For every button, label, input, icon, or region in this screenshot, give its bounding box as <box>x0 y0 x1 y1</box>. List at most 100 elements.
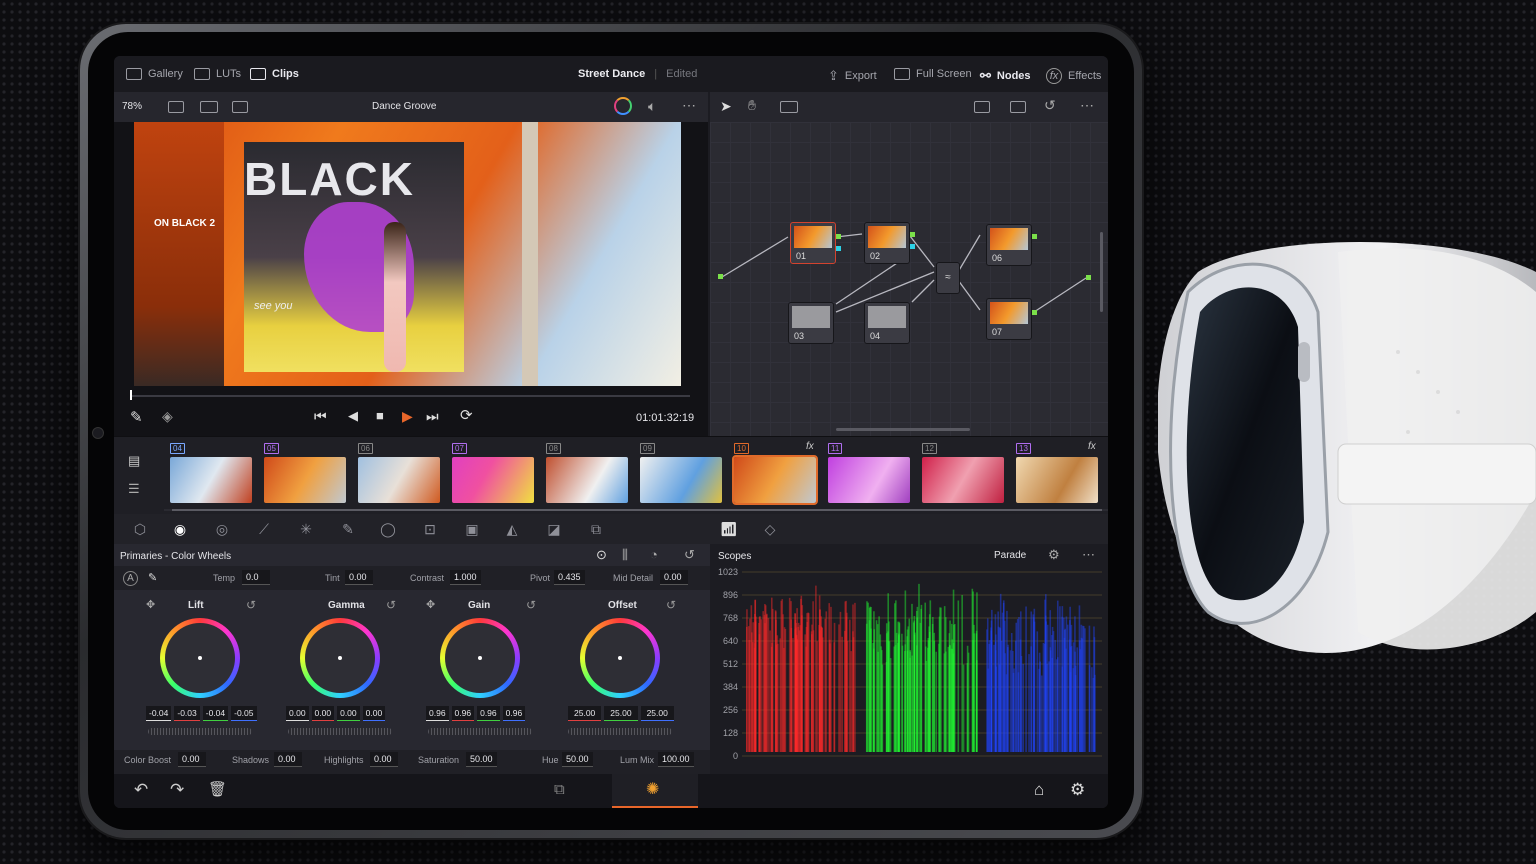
node-03[interactable]: 03 <box>788 302 834 344</box>
wheel-value-field[interactable]: 0.00 <box>311 706 335 721</box>
key-icon[interactable]: ◪ <box>546 521 562 537</box>
clip-thumbnail[interactable] <box>264 457 346 503</box>
node-graph[interactable]: 01 02 03 04 ≈ 06 07 <box>710 122 1108 436</box>
wheel-value-field[interactable]: -0.04 <box>202 706 229 721</box>
camera-raw-icon[interactable]: ⬡ <box>132 521 148 537</box>
wheel-value-field[interactable]: 25.00 <box>640 706 674 721</box>
media-page-icon[interactable]: ⧉ <box>554 781 565 798</box>
node-06[interactable]: 06 <box>986 224 1032 266</box>
wheel-value-field[interactable]: 0.96 <box>502 706 526 721</box>
master-wheel-slider[interactable] <box>568 728 672 735</box>
pivot-field[interactable]: 0.435 <box>554 570 585 585</box>
highlights-field[interactable]: 0.00 <box>370 752 398 767</box>
wheel-picker-icon[interactable]: ✥ <box>146 598 155 611</box>
clips-button[interactable]: Clips <box>250 68 299 80</box>
clip-thumbnail[interactable] <box>1016 457 1098 503</box>
clip-thumbnail[interactable] <box>546 457 628 503</box>
nodes-button[interactable]: ⚯ Nodes <box>980 68 1031 84</box>
redo-icon[interactable]: ↷ <box>170 780 184 800</box>
undo-icon[interactable]: ↶ <box>134 780 148 800</box>
mid-detail-field[interactable]: 0.00 <box>660 570 688 585</box>
color-picker-icon[interactable] <box>614 97 632 115</box>
blur-icon[interactable]: ◭ <box>504 521 520 537</box>
wheel-handle[interactable] <box>618 656 622 660</box>
curves-icon[interactable]: ⟋ <box>256 521 272 537</box>
stop-icon[interactable]: ■ <box>376 408 384 423</box>
pointer-icon[interactable]: ➤ <box>720 98 732 115</box>
wheel-value-field[interactable]: -0.03 <box>174 706 200 721</box>
wheel-handle[interactable] <box>338 656 342 660</box>
skip-forward-icon[interactable]: ⏭ <box>426 408 439 425</box>
luts-button[interactable]: LUTs <box>194 68 241 80</box>
node-graph-scrollbar[interactable] <box>1100 232 1103 312</box>
saturation-field[interactable]: 50.00 <box>466 752 497 767</box>
node-01[interactable]: 01 <box>790 222 836 264</box>
wheel-value-field[interactable]: 25.00 <box>568 706 602 721</box>
wheel-value-field[interactable]: -0.05 <box>231 706 257 721</box>
scopes-icon[interactable]: 📶︎ <box>720 521 738 537</box>
clip-thumbnail[interactable] <box>732 455 818 505</box>
node-more-icon[interactable]: ⋯ <box>1080 97 1094 114</box>
wheel-value-field[interactable]: 0.96 <box>477 706 500 721</box>
effects-button[interactable]: fx Effects <box>1046 68 1101 84</box>
clip-thumbnail[interactable] <box>828 457 910 503</box>
qualifier-icon[interactable]: ✎ <box>340 521 356 537</box>
loop-icon[interactable]: ⟳ <box>460 406 473 424</box>
clip-thumbnail[interactable] <box>358 457 440 503</box>
gallery-button[interactable]: Gallery <box>126 68 183 80</box>
wheels-mode-icon[interactable]: ⊙ <box>596 547 607 563</box>
play-icon[interactable]: ▶ <box>402 408 413 425</box>
more-icon[interactable]: ⋯ <box>682 97 696 114</box>
scrubber-track[interactable] <box>130 395 690 397</box>
eyedropper-icon[interactable]: ✎ <box>130 408 143 426</box>
trash-icon[interactable]: 🗑︎ <box>208 780 227 798</box>
clip-thumbnail[interactable] <box>640 457 722 503</box>
skip-back-icon[interactable]: ⏮ <box>314 408 327 425</box>
node-thumbnail-icon[interactable] <box>974 101 990 113</box>
window-icon[interactable]: ◯ <box>380 521 396 537</box>
temp-field[interactable]: 0.0 <box>242 570 270 585</box>
node-02[interactable]: 02 <box>864 222 910 264</box>
tint-field[interactable]: 0.00 <box>345 570 373 585</box>
master-wheel-slider[interactable] <box>148 728 252 735</box>
wheel-value-field[interactable]: 0.00 <box>362 706 386 721</box>
wheel-value-field[interactable]: 0.00 <box>286 706 309 721</box>
reset-primaries-icon[interactable]: ↺ <box>684 547 695 563</box>
tracker-icon[interactable]: ⊡ <box>422 521 438 537</box>
layer-mixer-node[interactable]: ≈ <box>936 262 960 294</box>
home-icon[interactable]: ⌂ <box>1034 780 1044 800</box>
video-frame[interactable]: BLACK ON BLACK 2 see you <box>134 122 681 386</box>
sizing-icon[interactable]: ⧉ <box>588 521 604 537</box>
master-wheel-slider[interactable] <box>428 728 532 735</box>
contrast-field[interactable]: 1.000 <box>450 570 481 585</box>
scope-mode-dropdown[interactable]: Parade <box>994 550 1026 561</box>
scope-more-icon[interactable]: ⋯ <box>1082 547 1095 563</box>
node-link-icon[interactable] <box>780 101 798 113</box>
hdr-icon[interactable]: ◎ <box>214 521 230 537</box>
color-wheels-icon[interactable]: ◉ <box>172 521 188 537</box>
wheel-handle[interactable] <box>478 656 482 660</box>
clips-scroll-thumb[interactable] <box>172 509 1102 511</box>
keyframes-icon[interactable]: ◇ <box>762 521 778 537</box>
lum-mix-field[interactable]: 100.00 <box>658 752 694 767</box>
wheel-reset-icon[interactable]: ↺ <box>526 598 536 612</box>
hand-icon[interactable]: ✋︎ <box>748 97 756 114</box>
wheel-value-field[interactable]: 0.00 <box>337 706 360 721</box>
node-07[interactable]: 07 <box>986 298 1032 340</box>
color-page-tab[interactable]: ✺ <box>612 774 698 808</box>
node-graph-hscrollbar[interactable] <box>836 428 970 431</box>
clip-name[interactable]: Dance Groove <box>372 101 436 112</box>
clip-thumbnail[interactable] <box>922 457 1004 503</box>
shadows-field[interactable]: 0.00 <box>274 752 302 767</box>
node-04[interactable]: 04 <box>864 302 910 344</box>
hue-field[interactable]: 50.00 <box>562 752 593 767</box>
warper-icon[interactable]: ✳ <box>298 521 314 537</box>
compare-view-icon[interactable] <box>232 101 248 113</box>
log-mode-icon[interactable]: ◔ <box>650 547 658 562</box>
single-view-icon[interactable] <box>168 101 184 113</box>
step-back-icon[interactable]: ◀ <box>348 408 358 424</box>
wheel-reset-icon[interactable]: ↺ <box>386 598 396 612</box>
wheel-picker-icon[interactable]: ✥ <box>426 598 435 611</box>
scope-settings-icon[interactable]: ⚙︎ <box>1048 547 1060 563</box>
wheel-value-field[interactable]: 25.00 <box>604 706 638 721</box>
